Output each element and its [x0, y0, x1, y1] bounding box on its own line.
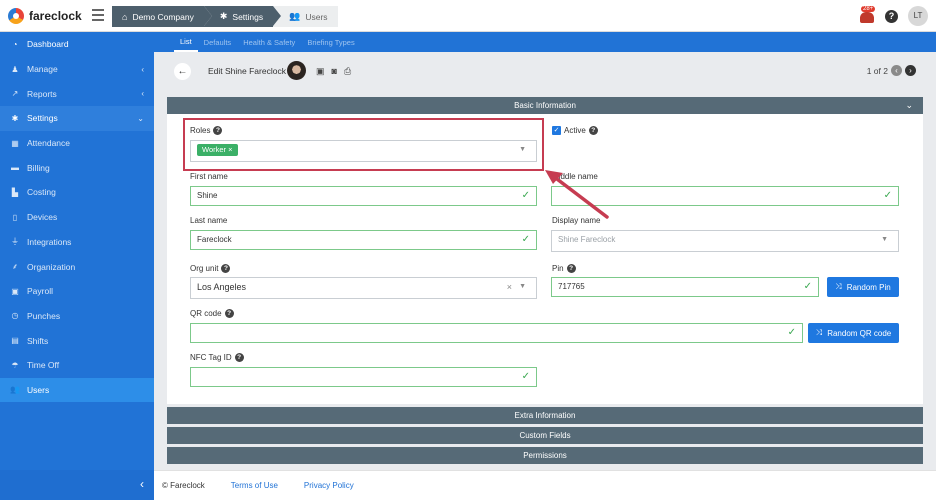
breadcrumb-settings-label: Settings: [232, 11, 264, 22]
section-custom-fields[interactable]: Custom Fields: [167, 427, 923, 444]
breadcrumb-company-label: Demo Company: [132, 11, 194, 22]
breadcrumb-settings[interactable]: ✱ Settings: [203, 6, 282, 27]
breadcrumb-company[interactable]: ⌂ Demo Company: [112, 6, 212, 27]
annotation-arrow: [545, 170, 609, 219]
copyright-text: © Fareclock: [162, 481, 205, 490]
home-icon: ⌂: [122, 11, 128, 22]
footer: © Fareclock Terms of Use Privacy Policy: [154, 470, 936, 500]
privacy-policy-link[interactable]: Privacy Policy: [304, 481, 354, 490]
section-extra-information[interactable]: Extra Information: [167, 407, 923, 424]
gear-icon: ✱: [219, 11, 228, 21]
section-permissions[interactable]: Permissions: [167, 447, 923, 464]
terms-of-use-link[interactable]: Terms of Use: [231, 481, 278, 490]
